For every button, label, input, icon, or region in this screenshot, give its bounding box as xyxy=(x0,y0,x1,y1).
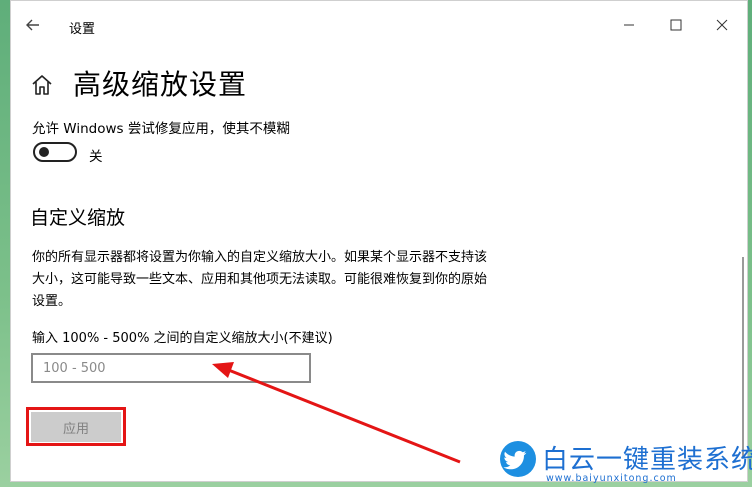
custom-scaling-description: 你的所有显示器都将设置为你输入的自定义缩放大小。如果某个显示器不支持该大小，这可… xyxy=(32,250,488,309)
page-title: 高级缩放设置 xyxy=(73,68,248,101)
title-bar: 设置 xyxy=(11,1,747,47)
scale-input-label: 输入 100% - 500% 之间的自定义缩放大小(不建议) xyxy=(32,331,333,346)
scrollbar[interactable] xyxy=(742,257,744,457)
twitter-bird-icon xyxy=(500,441,536,477)
custom-scaling-heading: 自定义缩放 xyxy=(30,207,126,229)
back-arrow-icon[interactable] xyxy=(23,15,43,35)
blur-fix-label: 允许 Windows 尝试修复应用，使其不模糊 xyxy=(32,121,290,137)
maximize-icon[interactable] xyxy=(666,15,686,35)
blur-fix-toggle[interactable] xyxy=(33,142,77,162)
blur-fix-state: 关 xyxy=(89,149,103,165)
window-title: 设置 xyxy=(69,22,96,37)
close-icon[interactable] xyxy=(712,15,732,35)
watermark-title: 白云一键重装系统 xyxy=(542,445,752,475)
minimize-icon[interactable] xyxy=(619,15,639,35)
custom-scale-input[interactable] xyxy=(31,353,311,383)
watermark-url: www.baiyunxitong.com xyxy=(546,473,677,484)
home-icon[interactable] xyxy=(30,73,54,97)
apply-highlight-box xyxy=(26,407,126,446)
settings-window: 设置 高级缩放设置 允许 Windows 尝试修复应用，使其不模糊 关 自定义缩… xyxy=(10,0,748,482)
toggle-knob xyxy=(39,147,49,157)
settings-content: 高级缩放设置 允许 Windows 尝试修复应用，使其不模糊 关 自定义缩放 你… xyxy=(11,47,747,481)
watermark-logo: 白云一键重装系统 www.baiyunxitong.com xyxy=(496,433,752,487)
